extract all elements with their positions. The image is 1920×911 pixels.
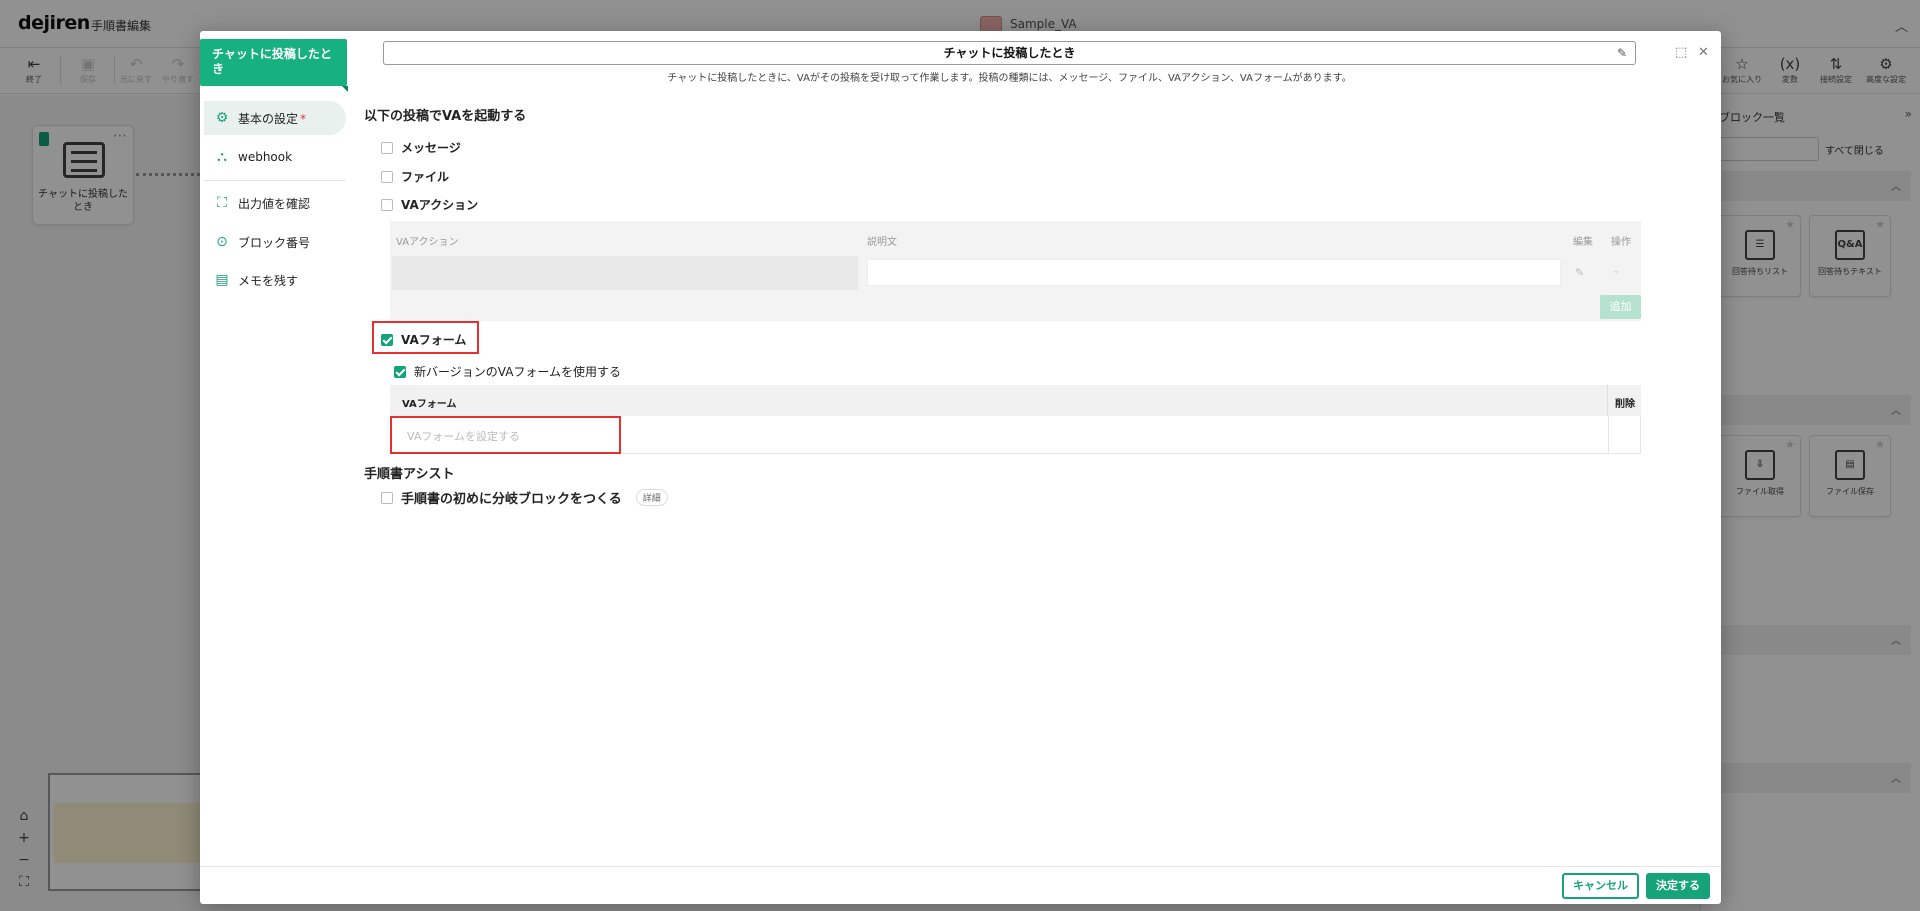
sidebar-item-label: メモを残す <box>238 273 299 288</box>
highlight-box <box>390 416 621 454</box>
footer-divider <box>200 866 1721 867</box>
sidebar-item-webhook[interactable]: ⛬ webhook <box>204 140 346 174</box>
sidebar-item-label: ブロック番号 <box>238 235 311 250</box>
va-action-select[interactable] <box>392 256 858 290</box>
checkbox[interactable] <box>381 141 393 154</box>
column-header: 編集 <box>1573 237 1593 248</box>
column-divider <box>1607 385 1608 416</box>
settings-sidebar: チャットに投稿したとき ⚙ 基本の設定 * ⛬ webhook ⛶ 出力値を確認 … <box>200 31 348 866</box>
cancel-button[interactable]: キャンセル <box>1562 873 1639 899</box>
new-version-checkbox[interactable]: 新バージョンのVAフォームを使用する <box>394 363 621 380</box>
va-form-checkbox[interactable]: VAフォーム <box>381 331 466 348</box>
sidebar-item-basic-settings[interactable]: ⚙ 基本の設定 * <box>204 101 346 135</box>
column-header: 説明文 <box>867 237 897 248</box>
checkbox-checked[interactable] <box>381 333 393 346</box>
close-icon[interactable]: ✕ <box>1698 45 1709 60</box>
block-description: チャットに投稿したときに、VAがその投稿を受け取って作業します。投稿の種類には、… <box>667 73 1352 84</box>
confirm-button[interactable]: 決定する <box>1646 873 1710 899</box>
va-action-checkbox[interactable]: VAアクション <box>381 196 478 213</box>
chevron-down-icon[interactable]: ⌄ <box>1612 265 1620 276</box>
branch-block-checkbox[interactable]: 手順書の初めに分岐ブロックをつくる 詳細 <box>381 488 668 507</box>
column-header: 削除 <box>1615 399 1635 410</box>
checkbox[interactable] <box>381 170 393 183</box>
column-header: VAアクション <box>396 237 459 248</box>
select-area-icon[interactable]: ⬚ <box>1675 45 1687 60</box>
sidebar-divider <box>204 180 346 181</box>
message-checkbox[interactable]: メッセージ <box>381 139 461 156</box>
table-header: VAフォーム 削除 <box>390 385 1641 416</box>
block-head-notch <box>342 86 348 92</box>
block-title-input[interactable]: チャットに投稿したとき ✎ <box>383 41 1636 65</box>
column-divider <box>1608 416 1609 453</box>
trigger-section-title: 以下の投稿でVAを起動する <box>364 109 527 124</box>
sidebar-item-label: 基本の設定 * <box>238 111 307 126</box>
sidebar-item-output[interactable]: ⛶ 出力値を確認 <box>204 186 346 220</box>
description-input[interactable] <box>867 259 1561 286</box>
va-action-table: VAアクション 説明文 編集 操作 ✎ ⌄ 追加 <box>390 221 1641 321</box>
pencil-icon[interactable]: ✎ <box>1575 266 1584 279</box>
add-button[interactable]: 追加 <box>1600 295 1641 319</box>
column-header: 操作 <box>1611 237 1631 248</box>
block-number-icon: ⊙ <box>216 234 228 250</box>
column-header: VAフォーム <box>402 399 457 410</box>
gear-icon: ⚙ <box>215 110 229 126</box>
output-icon: ⛶ <box>217 195 227 211</box>
sidebar-item-memo[interactable]: ▤ メモを残す <box>204 263 346 297</box>
sidebar-item-label: webhook <box>238 150 293 164</box>
detail-badge[interactable]: 詳細 <box>635 489 668 506</box>
sidebar-item-label: 出力値を確認 <box>238 196 311 211</box>
checkbox[interactable] <box>381 198 393 211</box>
checkbox[interactable] <box>381 491 393 504</box>
webhook-icon: ⛬ <box>217 149 227 165</box>
pencil-icon[interactable]: ✎ <box>1617 42 1627 64</box>
block-name-header: チャットに投稿したとき <box>200 39 348 92</box>
memo-icon: ▤ <box>215 272 229 288</box>
sidebar-item-block-number[interactable]: ⊙ ブロック番号 <box>204 225 346 259</box>
block-settings-modal: チャットに投稿したとき ⚙ 基本の設定 * ⛬ webhook ⛶ 出力値を確認 … <box>200 31 1721 904</box>
file-checkbox[interactable]: ファイル <box>381 168 449 185</box>
assist-section-title: 手順書アシスト <box>364 467 455 482</box>
checkbox-checked[interactable] <box>394 365 406 378</box>
